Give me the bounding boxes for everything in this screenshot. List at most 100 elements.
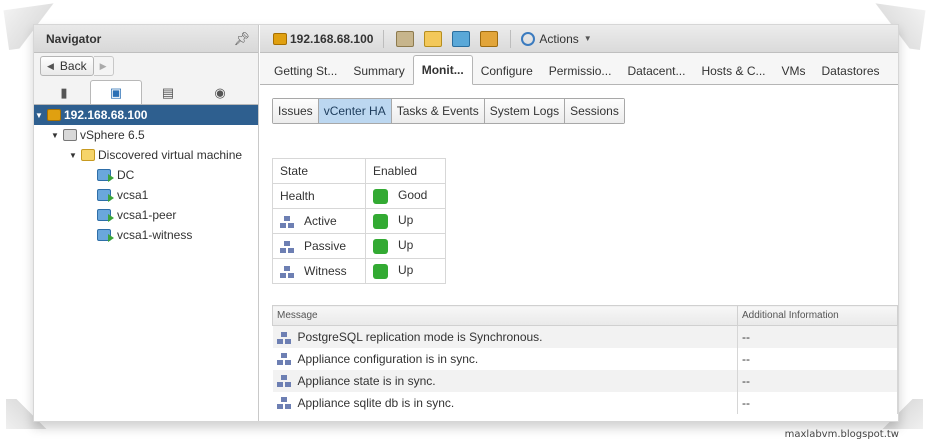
ha-status-table: State Enabled Health Good Active Up Pass…: [272, 158, 446, 284]
state-label: State: [272, 158, 366, 184]
tab-hosts-clusters[interactable]: Hosts & C...: [693, 58, 773, 84]
tab-datastores[interactable]: Datastores: [813, 58, 887, 84]
table-row: State Enabled: [272, 158, 446, 184]
folder-icon: [81, 149, 95, 161]
vm-icon: [97, 209, 114, 222]
node-icon: [276, 331, 291, 344]
networking-tab[interactable]: ◉: [194, 82, 246, 104]
node-status: Up: [398, 263, 414, 278]
vm-icon: [97, 229, 114, 242]
table-row[interactable]: Appliance configuration is in sync. --: [272, 347, 898, 370]
table-row[interactable]: Appliance sqlite db is in sync. --: [272, 391, 898, 414]
network-icon: ◉: [214, 85, 226, 100]
node-status: Up: [398, 213, 414, 228]
table-row: Active Up: [272, 208, 446, 234]
screenshot-frame: Navigator 📌︎ ◀ Back ▶ ▮ ▣ ▤ ◉ ▼ 192.168.…: [33, 24, 899, 422]
node-icon: [276, 353, 291, 366]
tree-item-label: vcsa1-peer: [117, 208, 177, 222]
state-value: Enabled: [365, 158, 446, 184]
subtab-issues[interactable]: Issues: [273, 99, 319, 123]
subtab-system-logs[interactable]: System Logs: [484, 99, 566, 123]
node-label: Witness: [304, 264, 347, 278]
tab-permissions[interactable]: Permissio...: [541, 58, 620, 84]
status-ok-icon: [373, 263, 388, 279]
gear-icon: [521, 31, 536, 46]
table-header-row: Message Additional Information: [272, 305, 898, 326]
table-row[interactable]: PostgreSQL replication mode is Synchrono…: [272, 325, 898, 348]
tree-item-label: 192.168.68.100: [64, 108, 148, 122]
health-value: Good: [398, 188, 428, 203]
main-panel: 192.168.68.100 Actions ▼ Getting St... S…: [260, 25, 898, 421]
expand-toggle-icon[interactable]: ▼: [50, 131, 60, 140]
back-label: Back: [59, 59, 87, 73]
table-row[interactable]: Appliance state is in sync. --: [272, 369, 898, 392]
expand-toggle-icon[interactable]: ▼: [34, 111, 44, 120]
monitor-subtabs: Issues vCenter HA Tasks & Events System …: [272, 98, 625, 124]
tab-vms[interactable]: VMs: [773, 58, 813, 84]
vm-template-icon: ▣: [109, 84, 123, 100]
node-icon: [280, 265, 294, 278]
message-cell: Appliance sqlite db is in sync.: [272, 391, 738, 414]
tree-item-datacenter[interactable]: ▼ vSphere 6.5: [34, 125, 258, 145]
datacenter-icon: [63, 129, 77, 141]
host-icon: ▮: [60, 85, 68, 100]
node-label-cell: Passive: [272, 233, 366, 259]
new-folder-icon[interactable]: [424, 30, 443, 47]
subtab-tasks-events[interactable]: Tasks & Events: [391, 99, 485, 123]
new-datacenter-icon[interactable]: [396, 30, 415, 47]
column-header-message[interactable]: Message: [272, 305, 738, 326]
vm-icon: [97, 189, 114, 202]
forward-arrow-icon: ▶: [99, 60, 107, 71]
navigator-panel: Navigator 📌︎ ◀ Back ▶ ▮ ▣ ▤ ◉ ▼ 192.168.…: [34, 25, 259, 421]
tab-monitor[interactable]: Monit...: [412, 55, 473, 85]
table-row: Witness Up: [272, 258, 446, 284]
message-text: Appliance sqlite db is in sync.: [297, 395, 455, 410]
pin-icon[interactable]: 📌︎: [233, 31, 250, 47]
tree-item-vcenter[interactable]: ▼ 192.168.68.100: [34, 105, 258, 125]
permissions-icon[interactable]: [480, 30, 499, 47]
storage-icon: ▤: [161, 85, 175, 100]
actions-label: Actions: [539, 31, 579, 46]
object-title-text: 192.168.68.100: [290, 31, 374, 46]
message-cell: Appliance configuration is in sync.: [272, 347, 738, 370]
tree-item-label: DC: [117, 168, 135, 182]
tree-item-folder[interactable]: ▼ Discovered virtual machine: [34, 145, 258, 165]
node-label: Passive: [304, 239, 347, 253]
watermark-text: maxlabvm.blogspot.tw: [784, 429, 899, 440]
node-status-cell: Up: [365, 258, 446, 284]
node-status-cell: Up: [365, 233, 446, 259]
tab-getting-started[interactable]: Getting St...: [266, 58, 345, 84]
expand-toggle-icon[interactable]: ▼: [68, 151, 78, 160]
node-status-cell: Up: [365, 208, 446, 234]
forward-button[interactable]: ▶: [93, 56, 114, 76]
tab-configure[interactable]: Configure: [473, 58, 541, 84]
tab-datacenters[interactable]: Datacent...: [619, 58, 693, 84]
actions-menu-button[interactable]: Actions ▼: [521, 31, 592, 46]
node-label-cell: Active: [272, 208, 366, 234]
tree-item-vm-dc[interactable]: DC: [34, 165, 258, 185]
inventory-tree: ▼ 192.168.68.100 ▼ vSphere 6.5 ▼ Discove…: [34, 105, 258, 421]
tree-item-vm-vcsa1-peer[interactable]: vcsa1-peer: [34, 205, 258, 225]
back-arrow-icon: ◀: [47, 60, 54, 71]
storage-tab[interactable]: ▤: [142, 82, 194, 104]
deploy-ovf-icon[interactable]: [452, 30, 471, 47]
message-text: Appliance configuration is in sync.: [297, 351, 479, 366]
back-button[interactable]: ◀ Back: [40, 56, 94, 76]
toolbar-divider: [510, 29, 512, 48]
table-row: Health Good: [272, 183, 446, 209]
subtab-sessions[interactable]: Sessions: [565, 99, 624, 123]
column-header-additional-info[interactable]: Additional Information: [737, 305, 898, 326]
message-text: Appliance state is in sync.: [297, 373, 436, 388]
tree-item-vm-vcsa1-witness[interactable]: vcsa1-witness: [34, 225, 258, 245]
subtab-vcenter-ha[interactable]: vCenter HA: [318, 99, 392, 123]
vms-templates-tab[interactable]: ▣: [90, 80, 142, 104]
node-status: Up: [398, 238, 414, 253]
node-label-cell: Witness: [272, 258, 366, 284]
hosts-clusters-tab[interactable]: ▮: [38, 82, 90, 104]
vcenter-icon: [47, 109, 61, 121]
navigator-header: Navigator 📌︎: [34, 25, 258, 53]
table-row: Passive Up: [272, 233, 446, 259]
tab-summary[interactable]: Summary: [345, 58, 412, 84]
node-icon: [276, 375, 291, 388]
tree-item-vm-vcsa1[interactable]: vcsa1: [34, 185, 258, 205]
